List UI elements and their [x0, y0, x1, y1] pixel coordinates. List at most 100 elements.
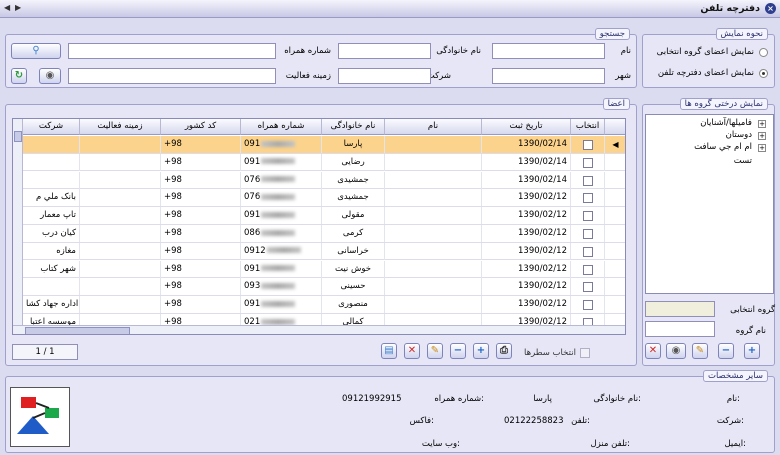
- table-row[interactable]: 1390/02/12 جمشیدی 076 +98 بانک ملي م: [13, 189, 625, 208]
- table-row[interactable]: 1390/02/12 خراسانی 0912 +98 مغازه: [13, 242, 625, 261]
- select-checkbox[interactable]: [583, 140, 593, 150]
- select-checkbox[interactable]: [583, 300, 593, 311]
- cell-first: [385, 171, 482, 189]
- table-row[interactable]: 1390/02/14 رضایی 091 +98: [13, 153, 625, 172]
- name-input[interactable]: [492, 43, 605, 59]
- expand-icon[interactable]: +: [758, 144, 766, 152]
- col-header[interactable]: شرکت: [23, 119, 80, 135]
- remove-group-button[interactable]: −: [718, 343, 734, 359]
- add-member-button[interactable]: +: [473, 343, 489, 359]
- refresh-button[interactable]: ↻: [11, 68, 27, 84]
- tree-item[interactable]: تست: [734, 156, 752, 166]
- select-rows-checkbox[interactable]: [580, 348, 590, 358]
- print-button[interactable]: ⎙: [496, 343, 512, 359]
- table-row[interactable]: 1390/02/12 مقولی 091 +98 تاپ معمار: [13, 207, 625, 225]
- view-group-button[interactable]: ◉: [666, 343, 686, 359]
- cell-text: 091: [244, 156, 261, 167]
- col-header[interactable]: انتخاب: [571, 119, 605, 135]
- nav-prev-icon[interactable]: ◀: [4, 3, 10, 12]
- select-checkbox-cell[interactable]: [571, 225, 605, 242]
- search-button[interactable]: ⚲: [11, 43, 61, 59]
- col-header[interactable]: کد کشور: [161, 119, 241, 135]
- cell-text: تاپ معمار: [40, 210, 76, 221]
- city-input[interactable]: [492, 68, 605, 84]
- radio-selected-group[interactable]: [759, 48, 768, 57]
- close-icon[interactable]: ×: [765, 3, 776, 14]
- select-checkbox[interactable]: [583, 246, 593, 257]
- field-input[interactable]: [68, 68, 276, 84]
- tree-item[interactable]: فامیلها/آشنایان: [700, 118, 752, 128]
- add-group-button[interactable]: +: [744, 343, 760, 359]
- select-checkbox-cell[interactable]: [571, 207, 605, 225]
- cell-field: [80, 278, 161, 296]
- select-checkbox-cell[interactable]: [571, 153, 605, 171]
- cell-text: حسینی: [340, 281, 366, 292]
- cell-date: 1390/02/12: [482, 225, 571, 242]
- cell-last: رضایی: [322, 153, 385, 171]
- horizontal-scrollbar[interactable]: [13, 325, 625, 334]
- company-input[interactable]: [338, 68, 431, 84]
- table-row[interactable]: 1390/02/12 خوش نیت 091 +98 شهر کتاب: [13, 260, 625, 279]
- select-checkbox-cell[interactable]: [571, 260, 605, 278]
- vertical-scrollbar[interactable]: [13, 119, 23, 325]
- detail-mobile-label: شماره همراه:: [434, 394, 484, 404]
- delete-member-button[interactable]: ✕: [404, 343, 420, 359]
- cell-text: +98: [164, 245, 182, 256]
- scroll-thumb[interactable]: [14, 131, 22, 142]
- cell-field: [80, 207, 161, 225]
- select-checkbox-cell[interactable]: [571, 278, 605, 296]
- col-header[interactable]: شماره همراه: [241, 119, 322, 135]
- select-checkbox[interactable]: [583, 229, 593, 239]
- select-checkbox[interactable]: [583, 193, 593, 204]
- row-indicator-header: [605, 119, 625, 135]
- table-row[interactable]: 1390/02/14 جمشیدی 076 +98: [13, 171, 625, 190]
- tree-item[interactable]: دوستان: [726, 130, 752, 140]
- tree-item[interactable]: ام ام جي سافت: [694, 142, 752, 152]
- detail-phone-label: تلفن:: [571, 416, 590, 426]
- remove-member-button[interactable]: −: [450, 343, 466, 359]
- cell-mobile: 076: [241, 189, 322, 207]
- nav-next-icon[interactable]: ▶: [15, 3, 21, 12]
- table-row[interactable]: 1390/02/12 حسینی 093 +98: [13, 278, 625, 297]
- select-checkbox[interactable]: [583, 282, 593, 293]
- col-header[interactable]: تاریخ ثبت: [482, 119, 571, 135]
- select-checkbox[interactable]: [583, 211, 593, 222]
- family-input[interactable]: [338, 43, 431, 59]
- select-checkbox-cell[interactable]: [571, 189, 605, 207]
- table-row[interactable]: 1390/02/12 کرمی 086 +98 کیان درب: [13, 225, 625, 243]
- group-tree[interactable]: + فامیلها/آشنایان + دوستان + ام ام جي سا…: [645, 114, 774, 294]
- select-checkbox-cell[interactable]: [571, 136, 605, 153]
- members-table[interactable]: انتخاب تاریخ ثبت نام نام خانوادگی شماره …: [12, 118, 626, 335]
- magnifier-icon: ⚲: [32, 45, 40, 56]
- hscroll-thumb[interactable]: [25, 327, 130, 334]
- mobile-input[interactable]: [68, 43, 276, 59]
- edit-group-button[interactable]: ✎: [692, 343, 708, 359]
- plus-icon: +: [476, 345, 486, 356]
- edit-member-button[interactable]: ✎: [427, 343, 443, 359]
- select-checkbox[interactable]: [583, 157, 593, 168]
- select-checkbox[interactable]: [583, 175, 593, 186]
- cell-text: 1390/02/12: [518, 210, 567, 221]
- select-checkbox[interactable]: [583, 264, 593, 275]
- delete-group-button[interactable]: ✕: [645, 343, 661, 359]
- export-button[interactable]: ▤: [381, 343, 397, 359]
- detail-home-phone-label: تلفن منزل:: [590, 439, 630, 449]
- redacted-digits: [261, 265, 296, 272]
- radio-all-members[interactable]: [759, 69, 768, 78]
- col-header[interactable]: نام خانوادگی: [322, 119, 385, 135]
- expand-icon[interactable]: +: [758, 120, 766, 128]
- select-checkbox-cell[interactable]: [571, 171, 605, 189]
- select-checkbox-cell[interactable]: [571, 242, 605, 260]
- col-header[interactable]: نام: [385, 119, 482, 135]
- table-row[interactable]: 1390/02/12 منصوری 091 +98 اداره جهاد کشا: [13, 296, 625, 314]
- col-header[interactable]: زمینه فعالیت: [80, 119, 161, 135]
- group-name-input[interactable]: [645, 321, 715, 337]
- select-checkbox-cell[interactable]: [571, 296, 605, 314]
- expand-icon[interactable]: +: [758, 132, 766, 140]
- cell-field: [80, 296, 161, 314]
- title-bar: ◀ ▶ دفترچه تلفن ×: [0, 0, 780, 18]
- plus-icon: +: [747, 345, 757, 356]
- display-mode-title: نحوه نمایش: [715, 28, 768, 40]
- view-button[interactable]: ◉: [39, 68, 61, 84]
- table-row[interactable]: ◀ 1390/02/14 پارسا 091 +98: [13, 136, 625, 154]
